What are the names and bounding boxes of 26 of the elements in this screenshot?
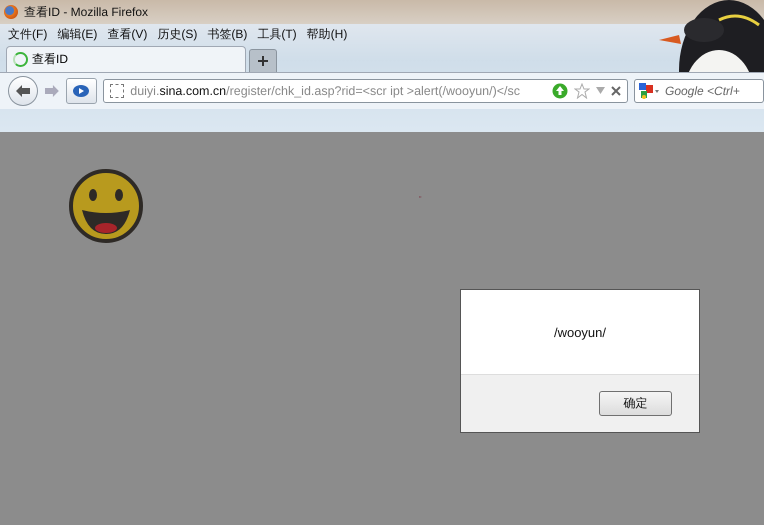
menu-item[interactable]: 查看(V) bbox=[107, 26, 148, 42]
alert-message: /wooyun/ bbox=[554, 324, 606, 340]
media-button[interactable] bbox=[66, 78, 98, 104]
smiley-face-icon bbox=[68, 168, 144, 244]
menu-item[interactable]: 文件(F) bbox=[8, 26, 48, 42]
search-field[interactable]: Google <Ctrl+ bbox=[634, 79, 764, 103]
menu-item[interactable]: 书签(B) bbox=[207, 26, 248, 42]
menu-item[interactable]: 编辑(E) bbox=[57, 26, 98, 42]
search-engine-icon[interactable] bbox=[638, 82, 660, 100]
firefox-logo-icon bbox=[4, 5, 18, 19]
ok-button[interactable]: 确定 bbox=[599, 391, 672, 416]
url-text: duiyi.sina.com.cn/register/chk_id.asp?rid=<scr ipt >alert(/wooyun/)</sc bbox=[130, 84, 522, 98]
site-identity-icon bbox=[110, 84, 124, 98]
back-button[interactable] bbox=[8, 76, 38, 106]
new-tab-button[interactable] bbox=[249, 49, 277, 72]
stop-icon[interactable] bbox=[611, 86, 621, 96]
menu-item[interactable]: 历史(S) bbox=[157, 26, 198, 42]
play-icon bbox=[72, 84, 90, 98]
browser-tab[interactable]: 查看ID bbox=[6, 46, 246, 72]
menu-item[interactable]: 帮助(H) bbox=[306, 26, 348, 42]
menu-item[interactable]: 工具(T) bbox=[257, 26, 297, 42]
back-arrow-icon bbox=[14, 84, 31, 98]
address-field[interactable]: duiyi.sina.com.cn/register/chk_id.asp?rid=<scr ipt >alert(/wooyun/)</sc bbox=[103, 79, 628, 103]
bookmark-star-icon[interactable] bbox=[574, 83, 590, 99]
plus-icon bbox=[257, 55, 269, 67]
window-title: 查看ID - Mozilla Firefox bbox=[24, 4, 148, 20]
